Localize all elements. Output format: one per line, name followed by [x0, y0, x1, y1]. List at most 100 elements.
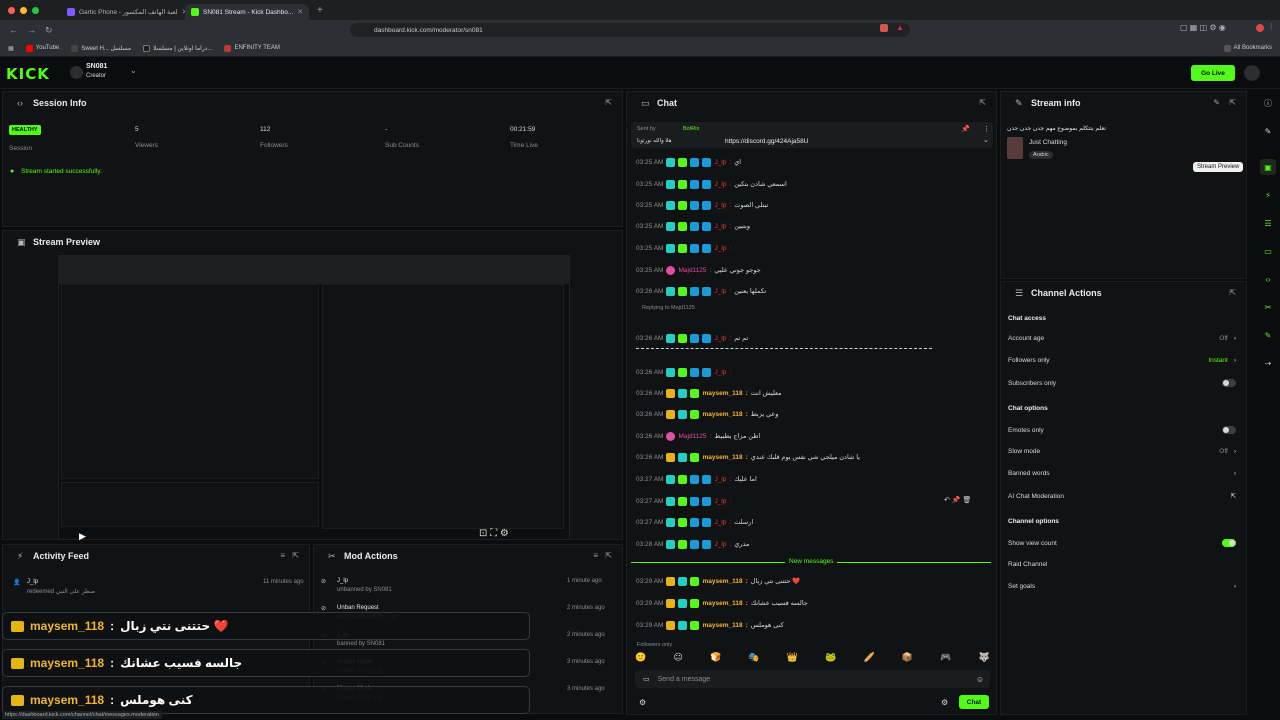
emote-icon[interactable]: 🎮: [940, 652, 951, 668]
message-username[interactable]: Majd1125: [678, 267, 706, 274]
kick-logo[interactable]: KICK: [6, 65, 50, 83]
subscribers-only-row[interactable]: Subscribers only: [1008, 379, 1236, 387]
url-input[interactable]: dashboard.kick.com/moderator/sn081: [350, 23, 910, 37]
message-username[interactable]: maysem_118: [702, 622, 742, 629]
share-icon[interactable]: ⇢: [1260, 355, 1276, 371]
emoji-icon[interactable]: ☺: [976, 675, 984, 684]
filter-icon[interactable]: ≡: [280, 551, 285, 560]
maximize-window-icon[interactable]: [32, 6, 39, 14]
chat-message[interactable]: 03:25 AM J_lp: اسمعي شادن بتكين: [636, 178, 787, 190]
menu-icon[interactable]: ⋮: [1268, 22, 1275, 30]
message-username[interactable]: J_lp: [714, 245, 726, 252]
message-username[interactable]: maysem_118: [702, 454, 742, 461]
avatar[interactable]: [70, 66, 83, 79]
chat-message[interactable]: 03:26 AM maysem_118: وعي يزبط: [636, 408, 778, 420]
message-username[interactable]: J_lp: [714, 202, 726, 209]
chat-message[interactable]: 03:27 AM J_lp: ارسلت: [636, 516, 753, 528]
popout-icon[interactable]: ⇱: [1229, 98, 1236, 107]
emote-icon[interactable]: 🍞: [710, 652, 721, 668]
popout-icon[interactable]: ⇱: [292, 551, 299, 560]
emote-icon[interactable]: 🐸: [825, 652, 836, 668]
set-goals-row[interactable]: Set goals ›: [1008, 583, 1236, 590]
preview-icon[interactable]: ▣: [1260, 159, 1276, 175]
banned-words-row[interactable]: Banned words ›: [1008, 470, 1236, 477]
chat-message[interactable]: 03:27 AM J_lp:: [636, 495, 734, 507]
chat-message[interactable]: 03:29 AM maysem_118: كنى هوملس: [636, 619, 784, 631]
all-bookmarks[interactable]: All Bookmarks: [1223, 44, 1272, 52]
view-count-toggle[interactable]: [1222, 539, 1236, 547]
message-username[interactable]: Majd1125: [678, 433, 706, 440]
show-view-count-row[interactable]: Show view count: [1008, 539, 1236, 547]
popout-icon[interactable]: ⇱: [1229, 288, 1236, 297]
message-username[interactable]: J_lp: [714, 288, 726, 295]
chat-message[interactable]: 03:26 AM maysem_118: يا شادن ميلجي شي نفس …: [636, 451, 860, 463]
emote-icon[interactable]: 🎭: [748, 652, 759, 668]
more-icon[interactable]: ⋮: [983, 125, 990, 133]
play-icon[interactable]: ▶: [79, 531, 86, 542]
message-username[interactable]: J_lp: [714, 476, 726, 483]
chat-message[interactable]: 03:26 AM Majd1125: اظن مزاج بطبيط: [636, 430, 760, 442]
chat-message[interactable]: 03:27 AM J_lp: اما عليك: [636, 473, 757, 485]
pinned-message[interactable]: Sent by BotRix هلا والله نورتونا https:/…: [631, 122, 993, 148]
popout-icon[interactable]: ⇱: [605, 98, 612, 107]
pin-icon[interactable]: 📌: [961, 125, 970, 133]
chat-message[interactable]: 03:25 AM J_lp: وبتبين: [636, 220, 750, 232]
emotes-only-toggle[interactable]: [1222, 426, 1236, 434]
message-username[interactable]: J_lp: [714, 159, 726, 166]
emote-icon[interactable]: 😐: [673, 652, 682, 668]
chat-message[interactable]: 03:26 AM J_lp:: [636, 366, 734, 378]
filter-icon[interactable]: ≡: [593, 551, 598, 560]
emote-icon[interactable]: 🐺: [979, 652, 990, 668]
tools-icon[interactable]: ✂: [1260, 299, 1276, 315]
pencil-icon[interactable]: ✎: [1260, 327, 1276, 343]
message-username[interactable]: maysem_118: [702, 390, 742, 397]
message-username[interactable]: J_lp: [714, 541, 726, 548]
message-username[interactable]: J_lp: [714, 181, 726, 188]
chat-message[interactable]: 03:25 AM J_lp:: [636, 242, 734, 254]
chat-message[interactable]: 03:26 AM maysem_118: معليش انت: [636, 387, 782, 399]
bookmark-drama[interactable]: دراما اونلاين | مسلسلا...: [143, 44, 212, 52]
list-icon[interactable]: ☰: [1260, 215, 1276, 231]
reload-icon[interactable]: ↻: [45, 25, 53, 36]
channel-name[interactable]: SN081: [86, 63, 107, 70]
collapse-icon[interactable]: ⌄: [983, 136, 989, 144]
close-window-icon[interactable]: [8, 6, 15, 14]
message-username[interactable]: maysem_118: [702, 411, 742, 418]
message-username[interactable]: maysem_118: [702, 600, 742, 607]
emotes-only-row[interactable]: Emotes only: [1008, 426, 1236, 434]
subscribers-only-toggle[interactable]: [1222, 379, 1236, 387]
chat-message[interactable]: 03:25 AM Majd1125: جوجو جوني عليي: [636, 264, 761, 276]
pinned-link[interactable]: https://discord.gg/424Aja58U: [725, 138, 808, 145]
chat-message[interactable]: 03:29 AM maysem_118: جالسه فسيب عشانك: [636, 597, 808, 609]
chat-message[interactable]: 03:28 AM J_lp: مدري: [636, 538, 749, 550]
bookmark-sweet[interactable]: Sweet H... مسلسل: [71, 44, 131, 52]
player-controls-icons[interactable]: ⊡ ⛶ ⚙: [479, 528, 509, 539]
new-tab-icon[interactable]: +: [317, 5, 323, 16]
message-username[interactable]: J_lp: [714, 498, 726, 505]
profile-avatar-icon[interactable]: [1256, 24, 1264, 32]
message-username[interactable]: J_lp: [714, 335, 726, 342]
profile-avatar[interactable]: [1244, 65, 1260, 81]
bookmark-youtube[interactable]: YouTube: [25, 44, 59, 52]
browser-tab-gartic[interactable]: Gartic Phone - لعبة الهاتف المكسور ✕: [61, 4, 185, 20]
message-input[interactable]: ▭ Send a message ☺: [635, 670, 990, 688]
settings-icon[interactable]: ⚙: [639, 698, 646, 707]
chat-icon[interactable]: ▭: [1260, 243, 1276, 259]
message-username[interactable]: J_lp: [714, 369, 726, 376]
pencil-icon[interactable]: ✎: [1213, 98, 1220, 107]
chat-message[interactable]: 03:29 AM maysem_118: حتتنى نتي زبال ❤️: [636, 575, 800, 587]
message-actions-icons[interactable]: ↶ 📌 🗑: [944, 496, 971, 504]
toolbar-icons[interactable]: ▢ ▦ ◫ ⚙ ◉: [1180, 23, 1226, 32]
gear-icon[interactable]: ⚙: [941, 698, 948, 707]
emote-icon[interactable]: 🙂: [635, 652, 646, 668]
minimize-window-icon[interactable]: [20, 6, 27, 14]
emote-icon[interactable]: 👑: [787, 652, 798, 668]
back-icon[interactable]: ←: [9, 25, 18, 35]
popout-icon[interactable]: ⇱: [605, 551, 612, 560]
code-icon[interactable]: ‹›: [1260, 271, 1276, 287]
chat-message[interactable]: 03:26 AM J_lp: تم تم: [636, 332, 748, 344]
ai-moderation-row[interactable]: AI Chat Moderation ⇱: [1008, 492, 1236, 501]
extension-icon[interactable]: ▲: [896, 23, 904, 32]
extension-icon[interactable]: [880, 24, 888, 32]
go-live-button[interactable]: Go Live: [1191, 65, 1235, 81]
